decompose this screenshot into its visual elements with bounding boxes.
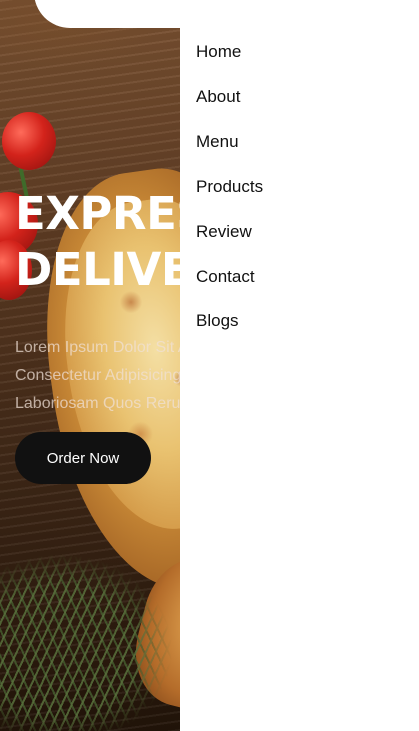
nav-drawer: Home About Menu Products Review Contact … [180,0,419,731]
nav-item-blogs[interactable]: Blogs [196,309,239,333]
rosemary-decoration [0,520,200,731]
nav-item-products[interactable]: Products [196,175,263,199]
nav-item-review[interactable]: Review [196,220,252,244]
nav-item-menu[interactable]: Menu [196,130,239,154]
nav-item-contact[interactable]: Contact [196,265,255,289]
nav-item-about[interactable]: About [196,85,240,109]
tomato-decoration [2,112,56,170]
nav-item-home[interactable]: Home [196,40,241,64]
order-now-button[interactable]: Order Now [15,432,151,484]
